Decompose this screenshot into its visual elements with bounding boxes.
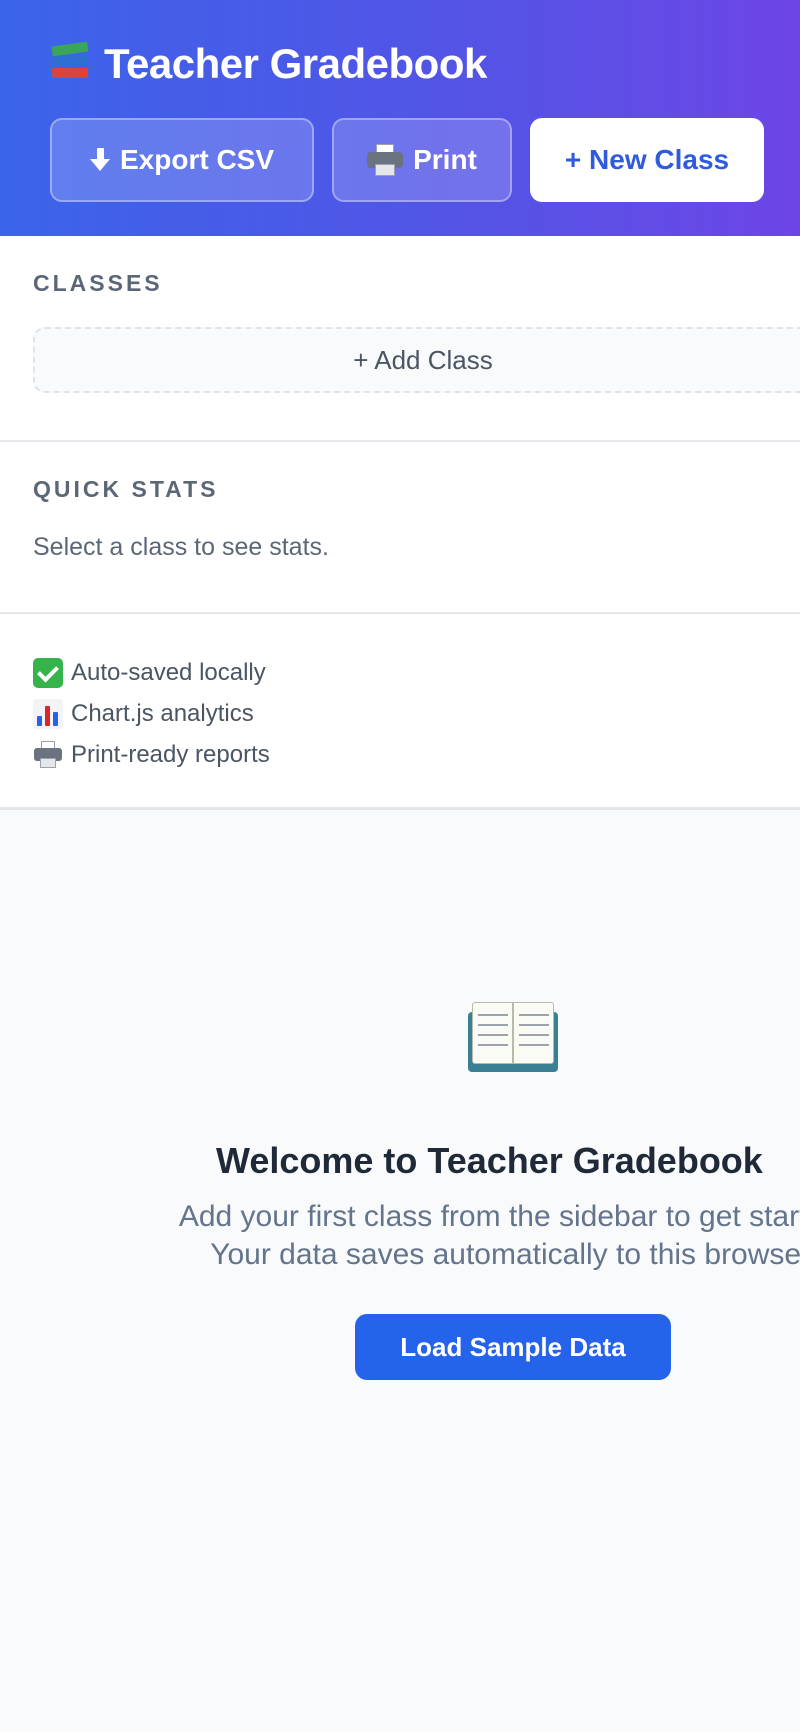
app: Teacher Gradebook Export CSV Print + New… (0, 0, 800, 1732)
bar-chart-icon (33, 698, 63, 729)
app-title: Teacher Gradebook (104, 40, 487, 87)
feature-label: Print-ready reports (71, 740, 270, 768)
welcome-title: Welcome to Teacher Gradebook (216, 1140, 763, 1181)
header-toolbar: Export CSV Print + New Class (50, 118, 800, 202)
feature-item: Print-ready reports (33, 734, 800, 775)
feature-item: Chart.js analytics (33, 693, 800, 734)
welcome-text: Add your first class from the sidebar to… (0, 1198, 800, 1274)
add-class-label: + Add Class (353, 344, 493, 375)
welcome-panel: Welcome to Teacher Gradebook Add your fi… (0, 810, 800, 1730)
print-label: Print (413, 144, 477, 175)
load-sample-data-label: Load Sample Data (400, 1331, 626, 1362)
print-button[interactable]: Print (332, 118, 512, 202)
check-icon (33, 657, 63, 688)
quick-stats-title: QUICK STATS (33, 476, 219, 502)
sidebar: CLASSES + Add Class QUICK STATS Select a… (0, 236, 800, 810)
load-sample-data-button[interactable]: Load Sample Data (355, 1314, 671, 1380)
new-class-button[interactable]: + New Class (530, 118, 764, 202)
open-book-icon (468, 1000, 558, 1074)
new-class-label: + New Class (564, 144, 730, 175)
welcome-line-2: Your data saves automatically to this br… (210, 1238, 800, 1271)
brand: Teacher Gradebook (50, 36, 800, 92)
app-header: Teacher Gradebook Export CSV Print + New… (0, 0, 800, 236)
quick-stats-empty-text: Select a class to see stats. (33, 533, 329, 561)
printer-icon (367, 144, 404, 176)
download-arrow-icon (89, 146, 110, 174)
add-class-button[interactable]: + Add Class (33, 327, 800, 393)
welcome-line-1: Add your first class from the sidebar to… (178, 1200, 800, 1233)
export-csv-button[interactable]: Export CSV (50, 118, 314, 202)
quick-stats-section: QUICK STATS Select a class to see stats. (0, 442, 800, 614)
classes-title: CLASSES (33, 270, 163, 296)
feature-label: Auto-saved locally (71, 658, 266, 686)
feature-item: Auto-saved locally (33, 652, 800, 693)
feature-label: Chart.js analytics (71, 699, 254, 727)
printer-icon (33, 740, 63, 770)
export-csv-label: Export CSV (119, 144, 275, 175)
books-icon (50, 41, 90, 86)
classes-section: CLASSES + Add Class (0, 236, 800, 442)
features-section: Auto-saved locally Chart.js analytics Pr… (0, 614, 800, 810)
